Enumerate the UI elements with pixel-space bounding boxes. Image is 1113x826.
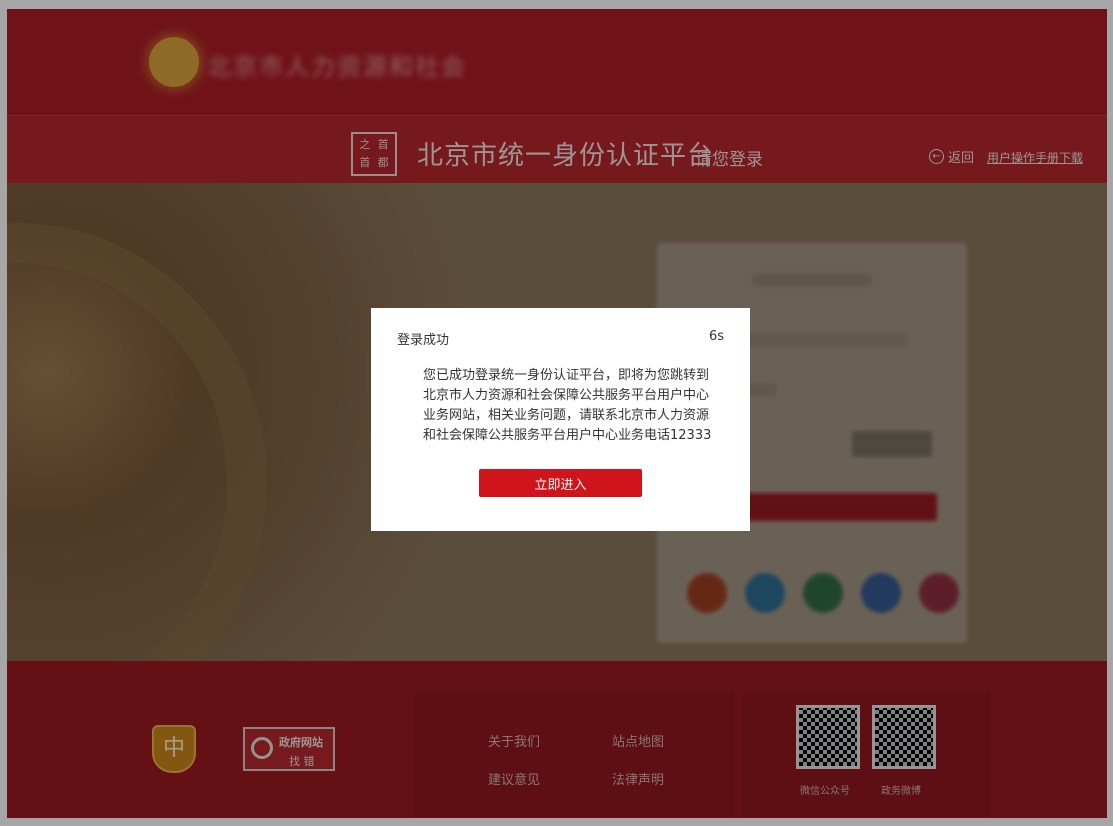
dialog-countdown: 6s: [708, 329, 724, 344]
login-success-dialog: 登录成功 6s 您已成功登录统一身份认证平台，即将为您跳转到北京市人力资源和社会…: [371, 308, 750, 531]
dialog-title: 登录成功: [397, 333, 450, 348]
enter-now-button[interactable]: 立即进入: [479, 469, 642, 497]
dialog-message: 您已成功登录统一身份认证平台，即将为您跳转到北京市人力资源和社会保障公共服务平台…: [423, 368, 712, 443]
